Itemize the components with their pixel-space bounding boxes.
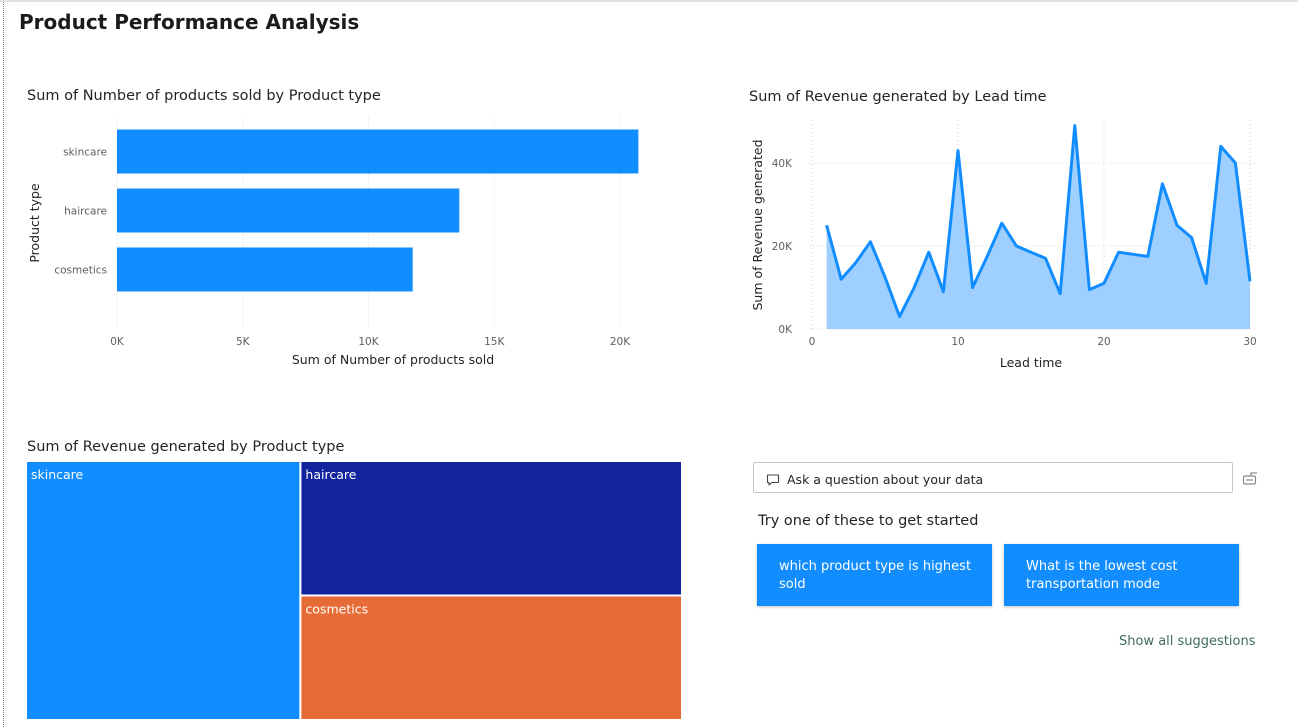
y-category-label: cosmetics [54, 265, 107, 277]
suggestion-button-1[interactable]: which product type is highest sold [757, 544, 992, 606]
bar-skincare[interactable] [117, 129, 639, 174]
treemap-title: Sum of Revenue generated by Product type [27, 439, 345, 455]
qna-hint: Try one of these to get started [758, 513, 979, 529]
treemap[interactable]: skincare haircare cosmetics [26, 461, 682, 720]
page-title: Product Performance Analysis [19, 10, 360, 34]
y-axis-title: Sum of Revenue generated [750, 139, 765, 310]
suggestion-button-2[interactable]: What is the lowest cost transportation m… [1004, 544, 1239, 606]
x-axis-title: Sum of Number of products sold [292, 352, 494, 367]
convert-visual-icon[interactable] [1241, 469, 1259, 487]
bar-chart[interactable]: 0K 5K 10K 15K 20K skincare haircare cosmetics Su… [20, 110, 700, 410]
qna-placeholder: Ask a question about your data [787, 472, 984, 487]
top-border [0, 0, 1298, 2]
area-fill [826, 125, 1250, 329]
bar-cosmetics[interactable] [117, 247, 413, 292]
bar-haircare[interactable] [117, 188, 460, 233]
y-axis-title: Product type [27, 183, 42, 263]
x-tick-label: 10 [951, 336, 964, 348]
left-border [3, 2, 4, 727]
treemap-tile-skincare[interactable] [26, 461, 302, 720]
y-tick-label: 0K [778, 324, 793, 336]
x-tick-label: 15K [484, 336, 505, 348]
x-tick-label: 0K [110, 336, 125, 348]
treemap-tile-haircare[interactable] [299, 461, 682, 597]
qna-question-input[interactable]: Ask a question about your data [753, 462, 1233, 493]
treemap-tile-label: skincare [31, 467, 84, 482]
show-all-suggestions-link[interactable]: Show all suggestions [1119, 634, 1256, 649]
line-chart[interactable]: 0K 20K 40K 0 10 20 30 Lead time Sum of Revenue g… [740, 110, 1280, 375]
x-tick-label: 30 [1243, 336, 1256, 348]
y-category-label: haircare [64, 206, 107, 218]
y-category-label: skincare [63, 147, 107, 159]
x-tick-label: 10K [358, 336, 379, 348]
x-tick-label: 20K [610, 336, 631, 348]
y-tick-label: 40K [772, 158, 793, 170]
x-axis-title: Lead time [1000, 355, 1063, 370]
treemap-tile-label: cosmetics [305, 601, 368, 616]
treemap-tile-label: haircare [305, 467, 356, 482]
x-tick-label: 5K [236, 336, 251, 348]
x-tick-label: 20 [1097, 336, 1110, 348]
line-chart-title: Sum of Revenue generated by Lead time [749, 89, 1047, 105]
chat-bubble-icon [766, 474, 780, 486]
x-tick-label: 0 [809, 336, 816, 348]
y-tick-label: 20K [772, 241, 793, 253]
bar-chart-title: Sum of Number of products sold by Produc… [27, 88, 381, 104]
